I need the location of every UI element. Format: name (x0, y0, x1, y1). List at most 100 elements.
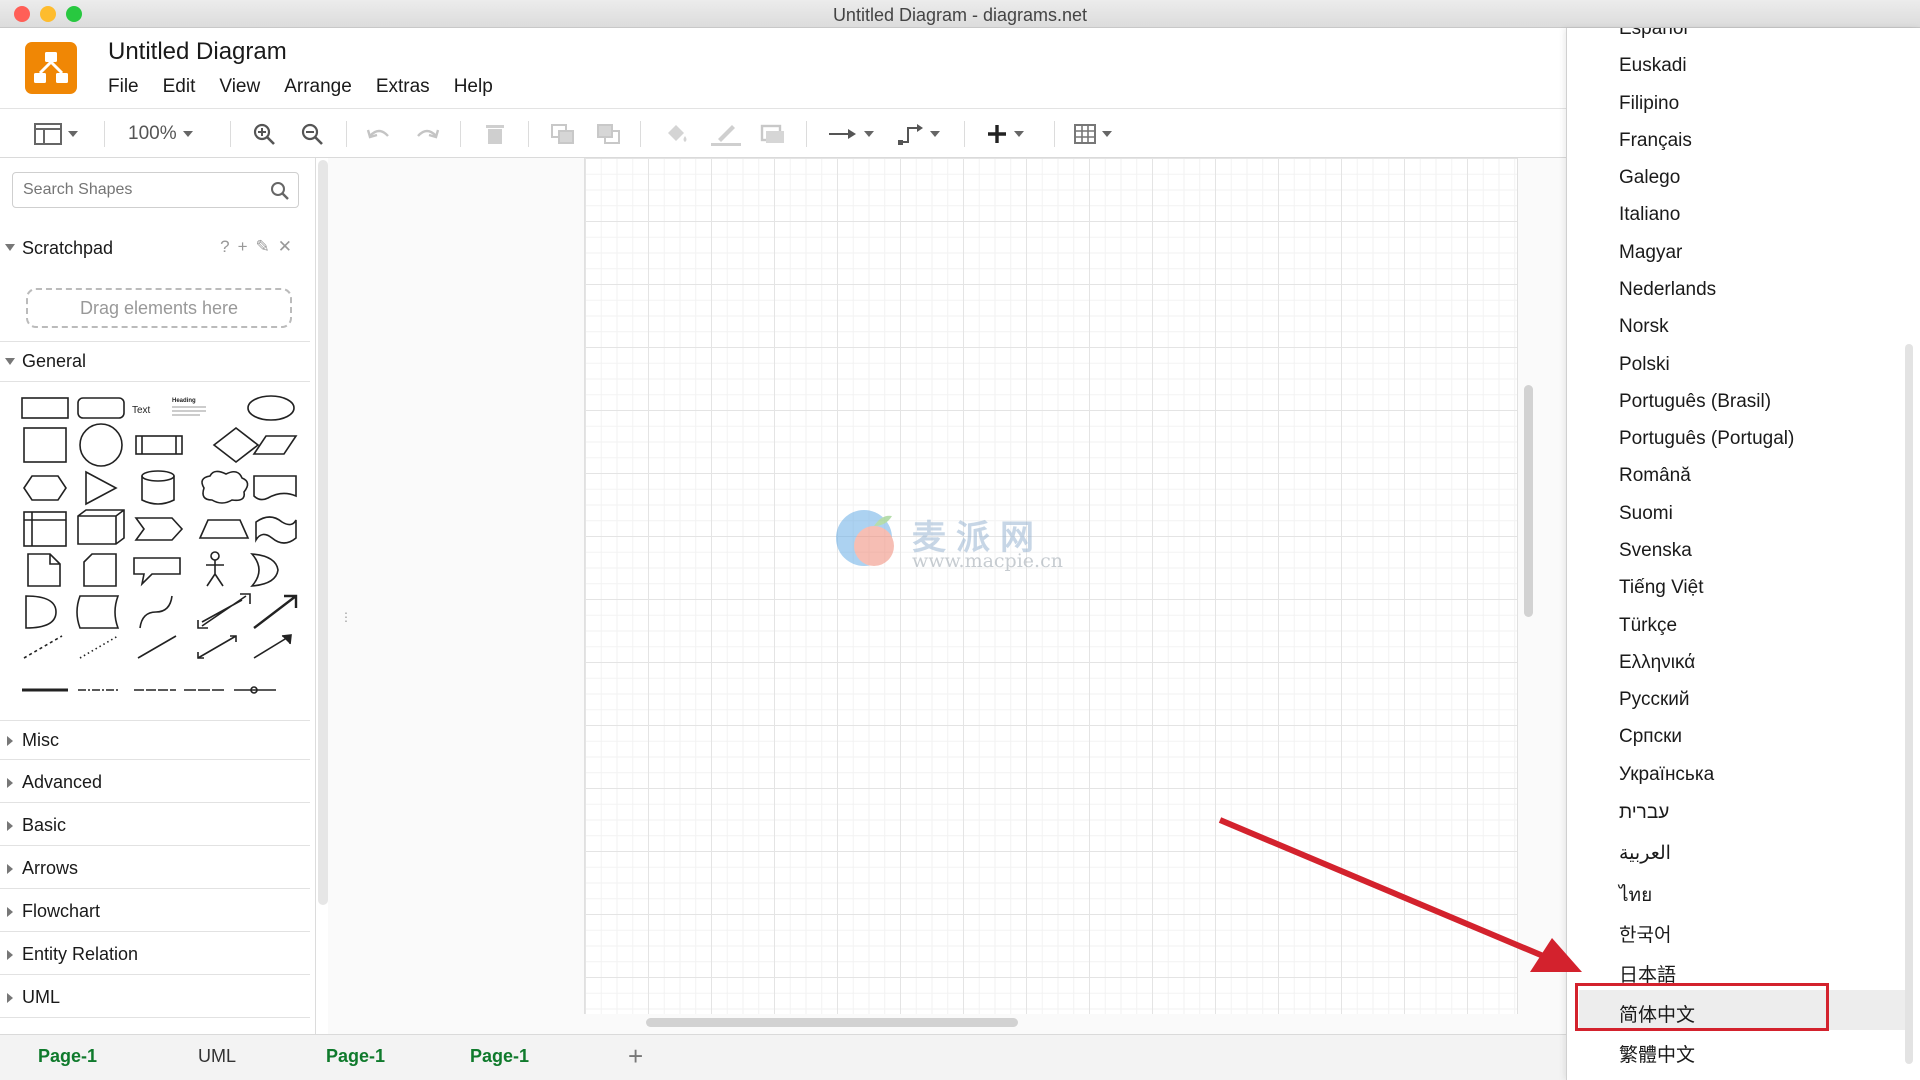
to-front-icon[interactable] (550, 119, 576, 149)
data-storage-shape[interactable] (76, 595, 120, 629)
add-icon[interactable]: + (238, 237, 248, 257)
parallelogram-shape[interactable] (252, 435, 298, 455)
dashed-line-shape[interactable] (23, 635, 63, 659)
connection-icon[interactable] (828, 119, 874, 149)
sidebar-section-advanced[interactable]: Advanced (0, 763, 310, 803)
tab-page-1[interactable]: Page-1 (326, 1046, 385, 1067)
fill-color-icon[interactable] (664, 119, 690, 149)
diagram-canvas[interactable] (328, 158, 1566, 1034)
help-icon[interactable]: ? (220, 237, 229, 257)
zoom-out-icon[interactable] (300, 119, 324, 149)
language-item[interactable]: 한국어 (1619, 920, 1671, 947)
scratchpad-header[interactable]: Scratchpad ? + ✎ ✕ (0, 228, 310, 268)
menu-scrollbar[interactable] (1905, 344, 1913, 1064)
language-item[interactable]: Français (1619, 130, 1692, 152)
curve-shape[interactable] (139, 595, 173, 629)
general-shapes-palette[interactable]: Text Heading (14, 388, 306, 718)
language-item[interactable]: العربية (1619, 842, 1671, 865)
document-title[interactable]: Untitled Diagram (108, 38, 287, 66)
trapezoid-shape[interactable] (198, 519, 250, 539)
arrow-shape[interactable] (253, 594, 298, 629)
waypoints-icon[interactable] (898, 119, 940, 149)
tab-page-1[interactable]: Page-1 (38, 1046, 97, 1067)
language-item[interactable]: Ελληνικά (1619, 652, 1695, 674)
to-back-icon[interactable] (596, 119, 622, 149)
language-item[interactable]: Magyar (1619, 242, 1682, 264)
ellipse-shape[interactable] (247, 395, 295, 421)
sidebar-scrollbar[interactable] (318, 160, 328, 905)
scratchpad-dropzone[interactable]: Drag elements here (26, 288, 292, 328)
language-item[interactable]: Русский (1619, 689, 1690, 711)
card-shape[interactable] (83, 553, 117, 587)
rectangle-shape[interactable] (21, 397, 69, 419)
undo-icon[interactable] (366, 119, 392, 149)
language-item[interactable]: ไทย (1619, 880, 1652, 910)
language-item[interactable]: Română (1619, 465, 1691, 487)
hexagon-shape[interactable] (23, 475, 67, 501)
menu-arrange[interactable]: Arrange (284, 76, 352, 98)
delete-icon[interactable] (484, 119, 506, 149)
search-input[interactable] (13, 173, 253, 207)
language-item[interactable]: Euskadi (1619, 55, 1687, 77)
language-item[interactable]: Türkçe (1619, 615, 1677, 637)
delay-shape[interactable] (25, 595, 57, 629)
bidirectional-arrow-shape[interactable] (197, 593, 251, 629)
sidebar-section-misc[interactable]: Misc (0, 720, 310, 760)
edit-icon[interactable]: ✎ (256, 237, 270, 257)
diamond-shape[interactable] (212, 426, 260, 464)
menu-help[interactable]: Help (454, 76, 493, 98)
internal-storage-shape[interactable] (23, 511, 67, 547)
cube-shape[interactable] (77, 509, 125, 545)
menu-edit[interactable]: Edit (163, 76, 196, 98)
note-shape[interactable] (27, 553, 61, 587)
diagram-page[interactable] (584, 158, 1518, 1014)
rounded-rectangle-shape[interactable] (77, 397, 125, 419)
language-item[interactable]: Nederlands (1619, 279, 1716, 301)
language-item[interactable]: Polski (1619, 354, 1670, 376)
document-shape[interactable] (253, 475, 297, 501)
table-icon[interactable] (1074, 119, 1112, 149)
or-shape[interactable] (250, 553, 279, 587)
step-shape[interactable] (134, 517, 184, 541)
sidebar-section-arrows[interactable]: Arrows (0, 849, 310, 889)
language-item[interactable]: Tiếng Việt (1619, 577, 1704, 599)
vertical-scrollbar[interactable] (1524, 385, 1533, 617)
text-shape[interactable]: Text (132, 405, 151, 416)
add-page-button[interactable]: + (628, 1041, 643, 1072)
actor-shape[interactable] (206, 560, 224, 587)
close-icon[interactable]: ✕ (278, 237, 292, 257)
square-shape[interactable] (23, 427, 67, 463)
menu-view[interactable]: View (219, 76, 260, 98)
sidebar-section-entity-relation[interactable]: Entity Relation (0, 935, 310, 975)
menu-file[interactable]: File (108, 76, 139, 98)
sidebar-resize-handle[interactable]: ⋮ (340, 610, 352, 624)
language-item[interactable]: Português (Portugal) (1619, 428, 1794, 450)
cloud-shape[interactable] (201, 470, 249, 504)
directional-connector-shape[interactable] (253, 635, 291, 659)
language-item[interactable]: Norsk (1619, 316, 1669, 338)
tape-shape[interactable] (255, 516, 297, 544)
search-shapes-field[interactable] (12, 172, 299, 208)
circle-shape[interactable] (79, 423, 123, 467)
heading-shape[interactable]: Heading (172, 398, 196, 404)
sidebar-section-basic[interactable]: Basic (0, 806, 310, 846)
bidirectional-connector-shape[interactable] (197, 635, 237, 659)
format-panel-icon[interactable] (34, 119, 78, 149)
horizontal-scrollbar[interactable] (646, 1018, 1018, 1027)
language-item[interactable]: עברית (1619, 802, 1669, 824)
triangle-shape[interactable] (85, 470, 118, 506)
insert-icon[interactable] (986, 119, 1024, 149)
sidebar-section-flowchart[interactable]: Flowchart (0, 892, 310, 932)
shadow-icon[interactable] (760, 119, 786, 149)
language-item[interactable]: Українська (1619, 764, 1714, 786)
zoom-select[interactable]: 100% (128, 119, 193, 149)
process-shape[interactable] (135, 435, 183, 455)
tab-page-1[interactable]: Page-1 (470, 1046, 529, 1067)
general-header[interactable]: General (0, 342, 310, 382)
line-shape[interactable] (137, 635, 177, 659)
dotted-line-shape[interactable] (79, 635, 119, 659)
zoom-in-icon[interactable] (252, 119, 276, 149)
redo-icon[interactable] (414, 119, 440, 149)
callout-shape[interactable] (133, 557, 181, 587)
language-item[interactable]: 繁體中文 (1619, 1040, 1695, 1067)
